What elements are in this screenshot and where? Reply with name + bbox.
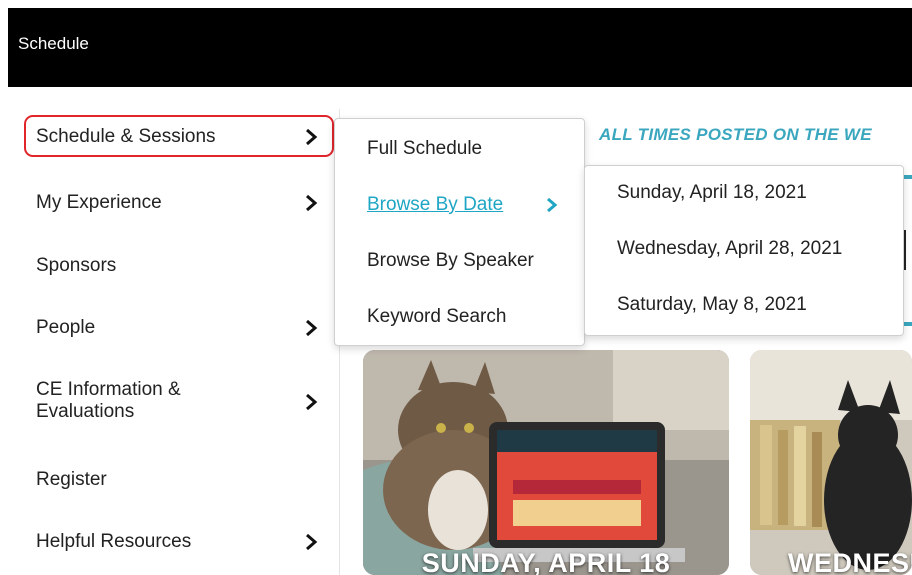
card-photo	[363, 350, 729, 575]
sidebar-item-label: Helpful Resources	[36, 531, 192, 552]
sidebar-item-label: Schedule & Sessions	[36, 126, 216, 147]
timezone-banner: ALL TIMES POSTED ON THE WE	[599, 125, 872, 144]
card-photo	[750, 350, 912, 575]
chevron-right-icon	[306, 393, 318, 411]
sidebar-item-label: People	[36, 317, 96, 338]
schedule-submenu: Full Schedule Browse By Date Browse By S…	[334, 118, 585, 346]
card-caption: WEDNESD	[788, 548, 912, 575]
sidebar-item-schedule-sessions[interactable]: Schedule & Sessions	[8, 115, 339, 155]
chevron-right-icon	[306, 319, 318, 337]
date-item-april-28[interactable]: Wednesday, April 28, 2021	[617, 238, 842, 260]
chevron-right-icon	[306, 194, 318, 212]
day-card-sunday[interactable]: SUNDAY, APRIL 18	[363, 350, 729, 575]
sidebar-item-label: CE Information & Evaluations	[36, 379, 181, 422]
top-bar: Schedule	[8, 8, 912, 87]
sidebar-item-label: Register	[36, 469, 107, 490]
submenu-item-browse-by-speaker[interactable]: Browse By Speaker	[367, 250, 534, 272]
sidebar-item-people[interactable]: People	[8, 307, 339, 347]
date-item-may-8[interactable]: Saturday, May 8, 2021	[617, 294, 807, 316]
day-card-wednesday[interactable]: WEDNESD	[750, 350, 912, 575]
sidebar-item-my-experience[interactable]: My Experience	[8, 183, 339, 223]
sidebar: Schedule & Sessions My Experience Sponso…	[8, 109, 340, 575]
submenu-item-browse-by-date[interactable]: Browse By Date	[367, 194, 503, 216]
date-item-april-18[interactable]: Sunday, April 18, 2021	[617, 182, 807, 204]
sidebar-item-ce-information[interactable]: CE Information & Evaluations	[8, 373, 339, 433]
chevron-right-icon	[306, 128, 318, 146]
sidebar-item-register[interactable]: Register	[8, 459, 339, 499]
card-caption: SUNDAY, APRIL 18	[421, 548, 671, 575]
submenu-item-keyword-search[interactable]: Keyword Search	[367, 306, 506, 328]
chevron-right-icon	[547, 197, 558, 213]
sidebar-item-sponsors[interactable]: Sponsors	[8, 245, 339, 285]
sidebar-item-label: Sponsors	[36, 255, 117, 276]
sidebar-item-label: My Experience	[36, 192, 162, 213]
chevron-right-icon	[306, 533, 318, 551]
date-submenu: Sunday, April 18, 2021 Wednesday, April …	[584, 165, 904, 336]
page-title: Schedule	[18, 34, 89, 53]
submenu-item-full-schedule[interactable]: Full Schedule	[367, 138, 482, 160]
sidebar-item-helpful-resources[interactable]: Helpful Resources	[8, 521, 339, 561]
